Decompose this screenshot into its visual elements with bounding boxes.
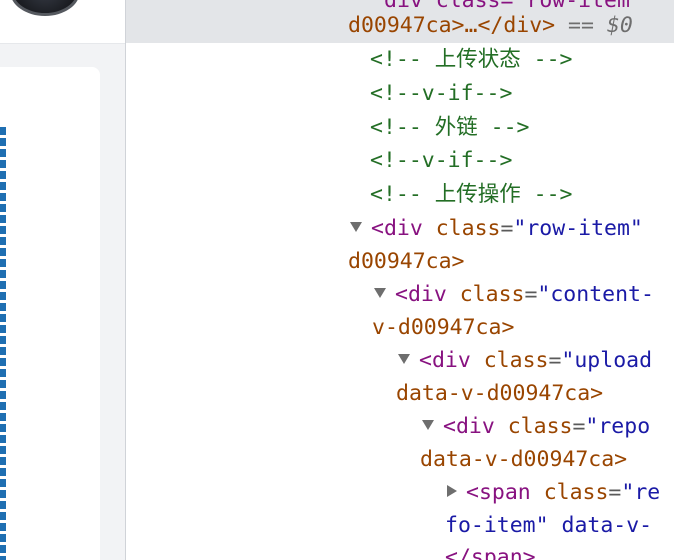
expand-triangle-icon[interactable] xyxy=(422,420,434,430)
node-content[interactable]: <div class="content- xyxy=(374,278,654,311)
comment-upload-status[interactable]: <!-- 上传状态 --> xyxy=(370,43,573,76)
node-repo[interactable]: <div class="repo xyxy=(422,410,650,443)
node-row-item[interactable]: <div class="row-item" xyxy=(350,212,643,245)
page-preview xyxy=(0,0,125,560)
expand-triangle-icon[interactable] xyxy=(398,354,410,364)
avatar[interactable] xyxy=(10,0,80,16)
collapse-triangle-icon[interactable] xyxy=(447,485,457,497)
node-span-wrap[interactable]: fo-item" data-v- xyxy=(445,509,652,542)
comment-external-link[interactable]: <!-- 外链 --> xyxy=(370,111,530,144)
elements-panel: div class="row-item" d00947ca>…</div> ==… xyxy=(126,0,674,560)
selected-node-tail: d00947ca>…</div> xyxy=(348,13,556,38)
selected-node-line[interactable]: d00947ca>…</div> == $0 xyxy=(348,9,633,42)
node-repo-wrap[interactable]: data-v-d00947ca> xyxy=(420,443,627,476)
node-content-wrap[interactable]: v-d00947ca> xyxy=(372,311,514,344)
dashed-selection-outline xyxy=(0,127,6,560)
node-row-item-wrap[interactable]: d00947ca> xyxy=(348,245,465,278)
expand-triangle-icon[interactable] xyxy=(350,222,362,232)
node-upload[interactable]: <div class="upload xyxy=(398,344,652,377)
page-header xyxy=(0,0,125,44)
comment-v-if[interactable]: <!--v-if--> xyxy=(370,144,512,177)
comment-upload-actions[interactable]: <!-- 上传操作 --> xyxy=(370,178,573,211)
node-span-close[interactable]: </span> xyxy=(445,541,536,560)
comment-v-if[interactable]: <!--v-if--> xyxy=(370,77,512,110)
expand-triangle-icon[interactable] xyxy=(374,288,386,298)
console-ref-hint: == $0 xyxy=(555,13,633,38)
node-span[interactable]: <span class="re xyxy=(447,476,660,509)
node-upload-wrap[interactable]: data-v-d00947ca> xyxy=(396,377,603,410)
content-card xyxy=(0,67,100,560)
